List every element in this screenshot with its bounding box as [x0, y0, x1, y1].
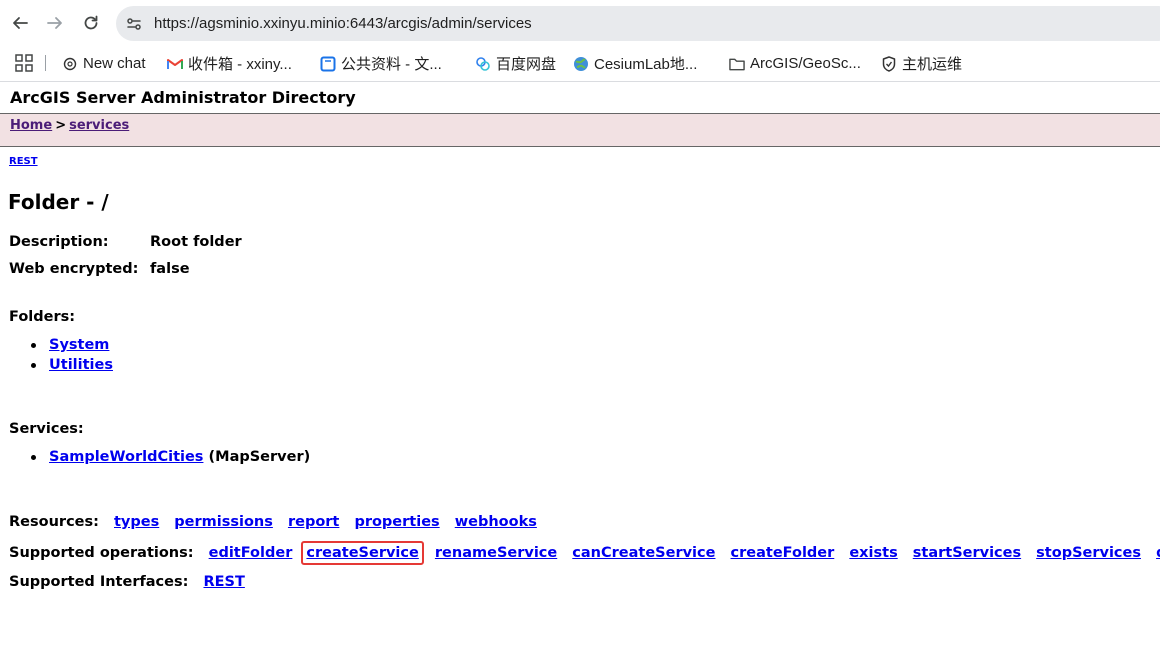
bookmark-arcgis-folder[interactable]: ArcGIS/GeoSc...	[729, 46, 861, 81]
folder-link-system[interactable]: System	[49, 337, 109, 353]
operation-link-startservices[interactable]: startServices	[913, 545, 1021, 561]
operations-row: Supported operations: editFolder createS…	[9, 541, 1160, 565]
bookmark-gmail[interactable]: 收件箱 - xxiny...	[167, 46, 292, 81]
description-label: Description:	[9, 234, 109, 250]
breadcrumb-home-link[interactable]: Home	[10, 118, 52, 133]
interfaces-row: Supported Interfaces: REST	[9, 574, 255, 590]
folder-icon	[729, 56, 745, 72]
breadcrumb: Home > services	[10, 118, 129, 133]
breadcrumb-separator: >	[55, 118, 67, 133]
bookmark-public-docs[interactable]: 公共资料 - 文...	[320, 46, 442, 81]
doc-icon	[320, 56, 336, 72]
bookmark-label: New chat	[83, 55, 146, 72]
openai-icon	[62, 56, 78, 72]
forward-arrow-icon	[47, 17, 62, 29]
resource-link-report[interactable]: report	[288, 514, 339, 530]
rest-api-link[interactable]: REST	[9, 156, 38, 167]
bookmarks-separator	[45, 55, 46, 71]
bullet-icon	[31, 343, 36, 348]
web-encrypted-label: Web encrypted:	[9, 261, 139, 277]
operation-link-delete-truncated[interactable]: delet	[1156, 545, 1160, 561]
operations-label: Supported operations:	[9, 545, 194, 561]
folders-list: System Utilities	[9, 335, 113, 375]
resources-label: Resources:	[9, 514, 99, 530]
resource-link-webhooks[interactable]: webhooks	[455, 514, 537, 530]
folders-label: Folders:	[9, 309, 76, 325]
resource-link-permissions[interactable]: permissions	[174, 514, 273, 530]
bookmark-cesiumlab[interactable]: CesiumLab地...	[573, 46, 697, 81]
bookmark-label: 主机运维	[902, 56, 963, 73]
back-button[interactable]	[8, 11, 32, 35]
reload-icon	[84, 15, 98, 30]
operation-link-editfolder[interactable]: editFolder	[209, 545, 293, 561]
rest-api-link-container: REST	[9, 156, 38, 167]
highlight-box: createService	[301, 541, 424, 565]
bookmark-label: 收件箱 - xxiny...	[188, 56, 292, 73]
gmail-icon	[167, 56, 183, 72]
resource-link-properties[interactable]: properties	[354, 514, 439, 530]
baidu-netdisk-icon	[475, 56, 491, 72]
bullet-icon	[31, 455, 36, 460]
list-item: SampleWorldCities (MapServer)	[9, 447, 310, 467]
bookmark-baidu-netdisk[interactable]: 百度网盘	[475, 46, 556, 81]
bullet-icon	[31, 363, 36, 368]
browser-toolbar: https://agsminio.xxinyu.minio:6443/arcgi…	[0, 0, 1160, 46]
bookmark-label: ArcGIS/GeoSc...	[750, 55, 861, 72]
operation-link-exists[interactable]: exists	[849, 545, 897, 561]
url-text[interactable]: https://agsminio.xxinyu.minio:6443/arcgi…	[154, 6, 532, 41]
bookmark-label: 百度网盘	[496, 56, 557, 73]
operation-link-stopservices[interactable]: stopServices	[1036, 545, 1141, 561]
bookmark-host-ops[interactable]: 主机运维	[881, 46, 962, 81]
address-bar[interactable]: https://agsminio.xxinyu.minio:6443/arcgi…	[116, 6, 1160, 41]
back-arrow-icon	[13, 17, 28, 29]
shield-icon	[881, 55, 897, 72]
web-encrypted-value: false	[150, 261, 190, 277]
interfaces-label: Supported Interfaces:	[9, 574, 189, 590]
bookmarks-bar: New chat 收件箱 - xxiny... 公共资料 - 文... 百度网盘…	[0, 46, 1160, 82]
folder-link-utilities[interactable]: Utilities	[49, 357, 113, 373]
bookmark-label: 公共资料 - 文...	[341, 56, 442, 73]
apps-grid-icon[interactable]	[15, 54, 33, 72]
resources-row: Resources: types permissions report prop…	[9, 514, 547, 530]
forward-button[interactable]	[43, 11, 67, 35]
list-item: System	[9, 335, 113, 355]
operation-link-createservice[interactable]: createService	[306, 545, 418, 561]
page-content: ArcGIS Server Administrator Directory Ho…	[0, 82, 1160, 659]
site-info-icon[interactable]	[124, 14, 144, 34]
services-list: SampleWorldCities (MapServer)	[9, 447, 310, 467]
breadcrumb-services-link[interactable]: services	[69, 118, 129, 133]
operation-link-renameservice[interactable]: renameService	[435, 545, 557, 561]
bookmark-label: CesiumLab地...	[594, 56, 698, 73]
services-label: Services:	[9, 421, 84, 437]
interface-link-rest[interactable]: REST	[203, 574, 244, 590]
service-link-sampleworldcities[interactable]: SampleWorldCities	[49, 449, 203, 465]
resource-link-types[interactable]: types	[114, 514, 159, 530]
folder-title: Folder - /	[8, 190, 109, 214]
operation-link-createfolder[interactable]: createFolder	[731, 545, 835, 561]
description-value: Root folder	[150, 234, 242, 250]
bookmark-new-chat[interactable]: New chat	[62, 46, 146, 81]
page-header-title: ArcGIS Server Administrator Directory	[10, 88, 356, 107]
breadcrumb-bar: Home > services	[0, 113, 1160, 147]
globe-icon	[573, 56, 589, 72]
list-item: Utilities	[9, 355, 113, 375]
service-type: (MapServer)	[208, 449, 311, 465]
reload-button[interactable]	[79, 11, 103, 35]
operation-link-cancreateservice[interactable]: canCreateService	[572, 545, 715, 561]
